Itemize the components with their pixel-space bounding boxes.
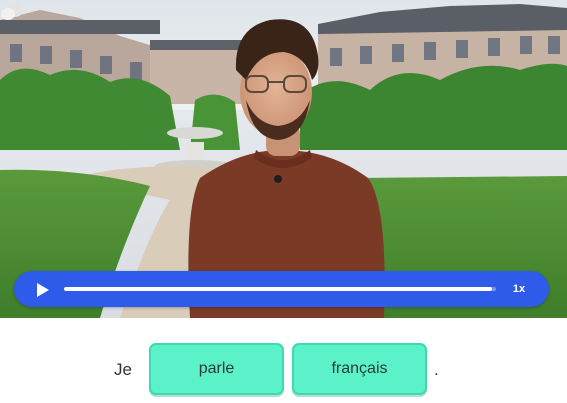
sentence-prefix: Je <box>114 360 132 379</box>
progress-fill <box>64 287 492 291</box>
play-button[interactable] <box>34 282 50 298</box>
playback-speed-button[interactable]: 1x <box>507 281 531 297</box>
sentence-suffix: . <box>434 360 439 379</box>
audio-player-bar: 1x <box>14 271 549 307</box>
video-frame[interactable]: 1x <box>0 0 567 318</box>
play-icon <box>37 283 49 297</box>
chat-bubble-icon[interactable] <box>0 0 24 22</box>
word-chip-parle[interactable]: parle <box>149 343 284 395</box>
word-chip-francais[interactable]: français <box>292 343 427 395</box>
progress-track[interactable] <box>64 287 496 291</box>
